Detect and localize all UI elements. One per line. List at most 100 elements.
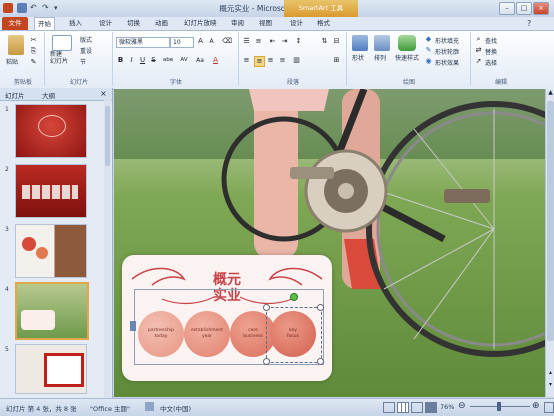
cut-icon[interactable]: ✂ [29,36,38,45]
normal-view-icon[interactable] [383,402,395,413]
slide-thumbnail-3[interactable] [15,224,87,278]
select-button[interactable]: 选择 [485,58,497,67]
tab-smartart-format[interactable]: 格式 [314,17,333,30]
pane-scroll-thumb[interactable] [105,106,110,166]
shapes-icon[interactable] [352,35,368,51]
decrease-indent-icon[interactable]: ⇤ [268,37,277,46]
bullets-icon[interactable]: ☰ [242,37,251,46]
change-case-button[interactable]: Aa [194,56,206,65]
reading-view-icon[interactable] [411,402,423,413]
format-painter-icon[interactable]: ✎ [29,58,38,67]
scroll-up-icon[interactable]: ▲ [547,89,554,97]
slide-thumbnail-5[interactable] [15,344,87,394]
scroll-thumb[interactable] [547,101,554,341]
text-pane-toggle[interactable] [130,321,136,331]
paste-icon[interactable] [8,35,24,55]
zoom-level[interactable]: 76% [440,403,454,411]
pane-close-icon[interactable]: × [100,89,107,98]
slideshow-view-icon[interactable] [425,402,437,413]
tab-view[interactable]: 视图 [256,17,275,30]
rotate-handle[interactable] [290,293,298,301]
tab-slideshow[interactable]: 幻灯片放映 [181,17,220,30]
columns-icon[interactable]: ▥ [292,56,301,65]
new-slide-button[interactable]: 新建 幻灯片 [50,51,76,65]
bold-button[interactable]: B [116,56,125,65]
arrange-button[interactable]: 排列 [374,53,386,62]
font-name-combo[interactable]: 微软雅黑 [116,37,170,48]
char-spacing-button[interactable]: AV [178,56,190,65]
replace-icon[interactable]: ⇄ [474,46,483,55]
shapes-button[interactable]: 形状 [352,53,364,62]
convert-smartart-icon[interactable]: ⊞ [332,56,341,65]
align-text-icon[interactable]: ⊟ [332,37,341,46]
grow-font-icon[interactable]: A [196,37,205,46]
maximize-button[interactable]: □ [516,2,532,15]
copy-icon[interactable]: ⎘ [29,47,38,56]
font-color-button[interactable]: A [211,56,220,65]
quick-styles-button[interactable]: 快速样式 [395,53,419,62]
text-direction-icon[interactable]: ⇅ [320,37,329,46]
shrink-font-icon[interactable]: A [207,37,216,46]
tab-home[interactable]: 开始 [34,17,55,30]
underline-button[interactable]: U [138,56,147,65]
close-button[interactable]: × [533,2,549,15]
font-size-combo[interactable]: 10 [170,37,194,48]
shape-effects-button[interactable]: 形状效果 [435,58,459,67]
minimize-button[interactable]: – [499,2,515,15]
italic-button[interactable]: I [127,56,136,65]
paste-button[interactable]: 粘贴 [6,57,18,66]
spellcheck-icon[interactable] [145,402,154,411]
resize-handle[interactable] [317,304,324,311]
tab-transitions[interactable]: 切换 [124,17,143,30]
slide-scrollbar[interactable]: ▲ ▴ ▾ [545,89,554,397]
select-icon[interactable]: ➚ [474,57,483,66]
tab-insert[interactable]: 插入 [66,17,85,30]
line-spacing-icon[interactable]: ↕ [294,37,303,46]
shape-outline-button[interactable]: 形状轮廓 [435,47,459,56]
arrange-icon[interactable] [374,35,390,51]
slide-thumbnail-1[interactable] [15,104,87,158]
clear-format-icon[interactable]: ⌫ [222,37,232,46]
resize-handle[interactable] [317,358,324,365]
resize-handle[interactable] [263,304,270,311]
shadow-button[interactable]: abe [161,56,175,65]
file-tab[interactable]: 文件 [2,17,28,30]
pane-scrollbar[interactable] [104,100,111,398]
strikethrough-button[interactable]: S [149,56,158,65]
language-indicator[interactable]: 中文(中国) [160,403,191,413]
smartart-circle-2[interactable]: establishment year [184,311,230,357]
sorter-view-icon[interactable] [397,402,409,413]
quick-styles-icon[interactable] [398,35,416,51]
zoom-in-icon[interactable]: ⊕ [532,401,540,411]
help-icon[interactable]: ? [527,19,531,28]
tab-review[interactable]: 审阅 [228,17,247,30]
numbering-icon[interactable]: ≡ [254,37,263,46]
tab-animations[interactable]: 动画 [152,17,171,30]
find-button[interactable]: 查找 [485,36,497,45]
reset-button[interactable]: 重设 [80,46,92,55]
slide-thumbnail-4[interactable] [15,282,89,340]
pane-tab-slides[interactable]: 幻灯片 [5,90,25,100]
slide-canvas[interactable]: 概元 实业 partnership today establishment ye… [114,89,545,397]
align-left-icon[interactable]: ≡ [242,56,251,65]
section-button[interactable]: 节 [80,57,86,66]
tab-smartart-design[interactable]: 设计 [287,17,306,30]
layout-button[interactable]: 版式 [80,35,92,44]
next-slide-icon[interactable]: ▾ [547,381,554,389]
tab-design[interactable]: 设计 [96,17,115,30]
new-slide-icon[interactable] [52,35,72,51]
pane-tab-outline[interactable]: 大纲 [42,90,55,100]
smartart-circle-1[interactable]: partnership today [138,311,184,357]
align-center-icon[interactable]: ≡ [254,56,265,67]
find-icon[interactable]: ⌕ [474,35,483,44]
shape-outline-icon[interactable]: ✎ [424,46,433,55]
align-right-icon[interactable]: ≡ [266,56,275,65]
shape-fill-icon[interactable]: ◆ [424,35,433,44]
justify-icon[interactable]: ≡ [278,56,287,65]
shape-fill-button[interactable]: 形状填充 [435,36,459,45]
zoom-slider-thumb[interactable] [497,402,501,411]
fit-to-window-icon[interactable] [544,402,554,413]
resize-handle[interactable] [263,358,270,365]
prev-slide-icon[interactable]: ▴ [547,369,554,377]
replace-button[interactable]: 替换 [485,47,497,56]
